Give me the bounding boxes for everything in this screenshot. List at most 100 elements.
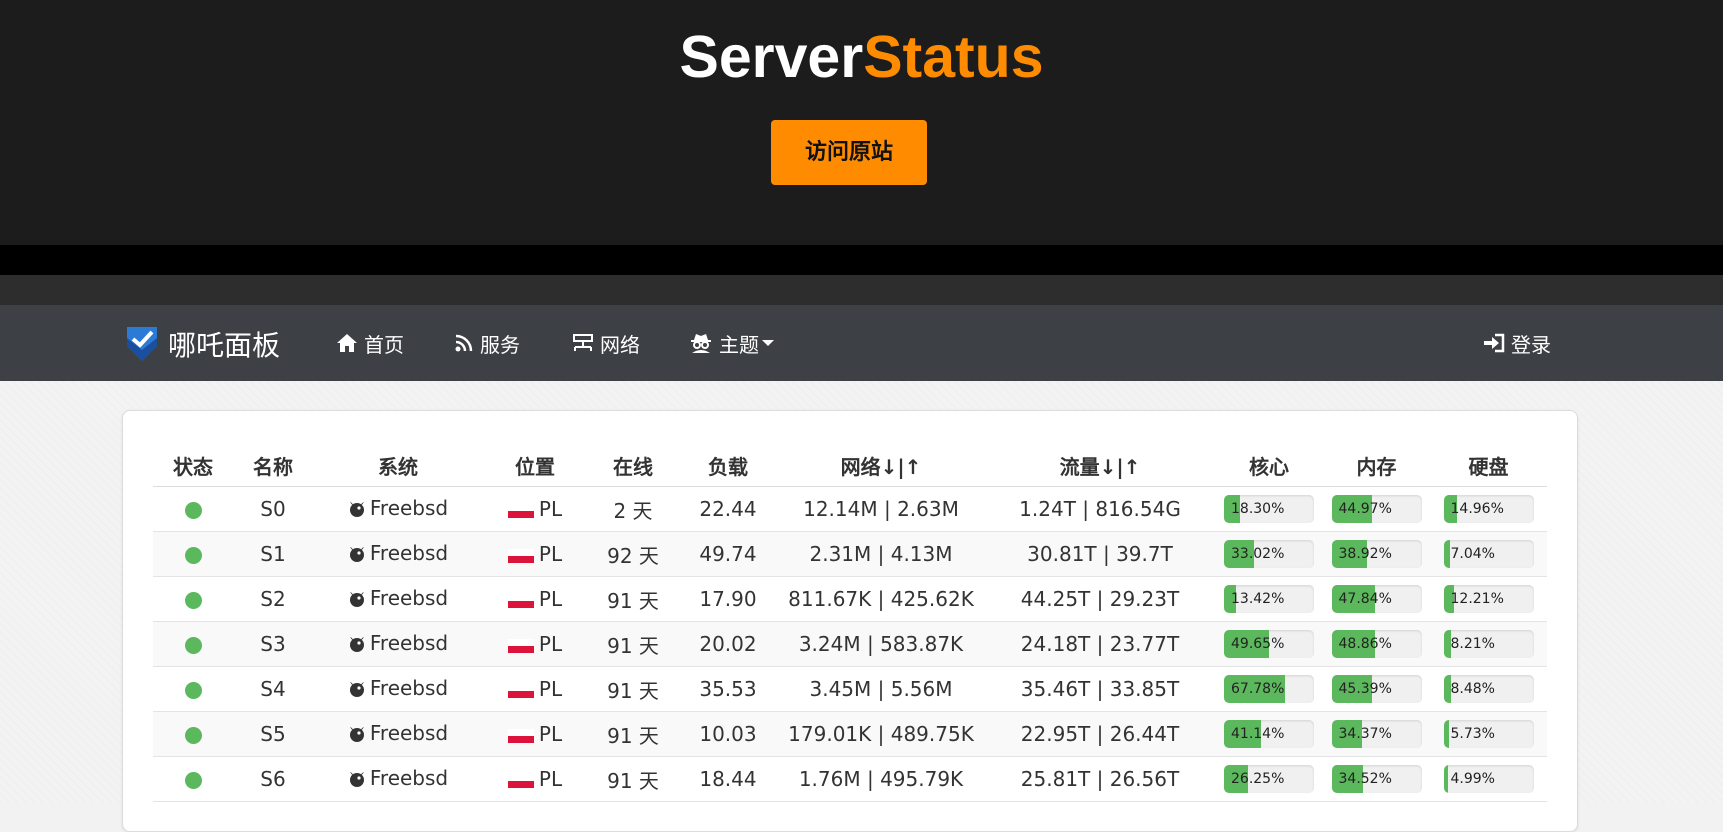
nav-item-home[interactable]: 首页 bbox=[336, 305, 404, 381]
table-row[interactable]: S3 Freebsd PL 91 天 20.02 3.24M | 583.87K 24.18… bbox=[153, 621, 1547, 667]
cpu-cell: 49.65% bbox=[1215, 621, 1323, 667]
brand-name: 哪吒面板 bbox=[168, 329, 281, 362]
cpu-progress-bar: 26.25% bbox=[1224, 765, 1314, 793]
table-row[interactable]: S4 Freebsd PL 91 天 35.53 3.45M | 5.56M 35.46T … bbox=[153, 666, 1547, 712]
sign-in-icon bbox=[1483, 333, 1511, 353]
disk-progress-fill bbox=[1443, 540, 1450, 568]
poland-flag-icon bbox=[507, 774, 534, 788]
freebsd-icon bbox=[348, 724, 366, 748]
status-cell bbox=[153, 666, 233, 712]
status-online-dot bbox=[184, 682, 202, 699]
mem-cell: 45.39% bbox=[1323, 666, 1430, 712]
mem-percent: 44.97% bbox=[1338, 501, 1392, 517]
column-header-status[interactable]: 状态 bbox=[153, 444, 233, 487]
logo-title-status: Status bbox=[863, 24, 1044, 90]
location-cell: PL bbox=[483, 486, 587, 532]
network-cell: 2.31M | 4.13M bbox=[777, 531, 985, 577]
mem-cell: 44.97% bbox=[1323, 486, 1430, 532]
mem-cell: 38.92% bbox=[1323, 531, 1430, 577]
name-cell: S3 bbox=[233, 621, 313, 667]
brand[interactable]: 哪吒面板 bbox=[126, 324, 280, 364]
location-cell: PL bbox=[483, 756, 587, 802]
status-online-dot bbox=[184, 727, 202, 744]
load-cell: 18.44 bbox=[679, 756, 777, 802]
name-cell: S5 bbox=[233, 711, 313, 757]
network-cell: 811.67K | 425.62K bbox=[777, 576, 985, 622]
table-row[interactable]: S5 Freebsd PL 91 天 10.03 179.01K | 489.75K 22.… bbox=[153, 711, 1547, 757]
poland-flag-icon bbox=[507, 504, 534, 518]
mem-percent: 38.92% bbox=[1338, 546, 1392, 562]
location-code: PL bbox=[538, 497, 563, 521]
poland-flag-icon bbox=[507, 594, 534, 608]
name-cell: S6 bbox=[233, 756, 313, 802]
os-name: Freebsd bbox=[369, 720, 449, 745]
cpu-cell: 26.25% bbox=[1215, 756, 1323, 802]
os-name: Freebsd bbox=[369, 540, 449, 565]
mem-progress-bar: 45.39% bbox=[1331, 675, 1422, 703]
column-header-load[interactable]: 负载 bbox=[679, 444, 777, 487]
logo-title-server: Server bbox=[679, 24, 864, 90]
traffic-cell: 44.25T | 29.23T bbox=[985, 576, 1215, 622]
table-header-row: 状态 名称 系统 位置 在线 负载 网络↓|↑ 流量↓|↑ 核心 内存 硬盘 bbox=[153, 444, 1547, 487]
traffic-cell: 30.81T | 39.7T bbox=[985, 531, 1215, 577]
mem-percent: 48.86% bbox=[1338, 636, 1392, 652]
column-header-disk[interactable]: 硬盘 bbox=[1430, 444, 1547, 487]
table-row[interactable]: S0 Freebsd PL 2 天 22.44 12.14M | 2.63M 1.24T |… bbox=[153, 486, 1547, 532]
embed-top-band bbox=[0, 275, 1723, 305]
nav-item-network[interactable]: 网络 bbox=[572, 305, 640, 381]
cpu-cell: 18.30% bbox=[1215, 486, 1323, 532]
disk-cell: 8.21% bbox=[1430, 621, 1547, 667]
traffic-cell: 25.81T | 26.56T bbox=[985, 756, 1215, 802]
load-cell: 49.74 bbox=[679, 531, 777, 577]
rss-icon bbox=[454, 333, 480, 353]
table-row[interactable]: S1 Freebsd PL 92 天 49.74 2.31M | 4.13M 30.81T … bbox=[153, 531, 1547, 577]
divider-band bbox=[0, 245, 1723, 275]
login-label: 登录 bbox=[1511, 332, 1551, 357]
table-row[interactable]: S2 Freebsd PL 91 天 17.90 811.67K | 425.62K 44.… bbox=[153, 576, 1547, 622]
disk-percent: 5.73% bbox=[1450, 726, 1495, 742]
column-header-uptime[interactable]: 在线 bbox=[587, 444, 679, 487]
os-name: Freebsd bbox=[369, 675, 449, 700]
table-row[interactable]: S6 Freebsd PL 91 天 18.44 1.76M | 495.79K 25.81… bbox=[153, 756, 1547, 802]
nav-item-services[interactable]: 服务 bbox=[454, 305, 520, 381]
location-code: PL bbox=[538, 587, 563, 611]
os-cell: Freebsd bbox=[313, 486, 483, 532]
network-cell: 179.01K | 489.75K bbox=[777, 711, 985, 757]
navbar: 哪吒面板 首页 服务 网络 主题 登录 bbox=[0, 305, 1723, 381]
column-header-cpu[interactable]: 核心 bbox=[1215, 444, 1323, 487]
traffic-cell: 22.95T | 26.44T bbox=[985, 711, 1215, 757]
mem-cell: 47.84% bbox=[1323, 576, 1430, 622]
status-cell bbox=[153, 756, 233, 802]
mem-progress-bar: 44.97% bbox=[1331, 495, 1422, 523]
disk-cell: 12.21% bbox=[1430, 576, 1547, 622]
cpu-cell: 33.02% bbox=[1215, 531, 1323, 577]
load-cell: 10.03 bbox=[679, 711, 777, 757]
uptime-cell: 92 天 bbox=[587, 531, 679, 577]
visit-original-site-button[interactable]: 访问原站 bbox=[771, 120, 927, 185]
network-icon bbox=[572, 333, 600, 353]
poland-flag-icon bbox=[507, 549, 534, 563]
column-header-network[interactable]: 网络↓|↑ bbox=[777, 444, 985, 487]
uptime-cell: 91 天 bbox=[587, 576, 679, 622]
mem-cell: 48.86% bbox=[1323, 621, 1430, 667]
login-link[interactable]: 登录 bbox=[1483, 305, 1551, 381]
mem-percent: 47.84% bbox=[1338, 591, 1392, 607]
column-header-memory[interactable]: 内存 bbox=[1323, 444, 1430, 487]
server-table: 状态 名称 系统 位置 在线 负载 网络↓|↑ 流量↓|↑ 核心 内存 硬盘 S… bbox=[153, 444, 1547, 802]
nav-item-theme[interactable]: 主题 bbox=[689, 305, 774, 381]
os-cell: Freebsd bbox=[313, 576, 483, 622]
location-cell: PL bbox=[483, 621, 587, 667]
cpu-percent: 49.65% bbox=[1231, 636, 1285, 652]
disk-progress-bar: 8.48% bbox=[1443, 675, 1534, 703]
nav-item-network-label: 网络 bbox=[600, 332, 640, 357]
location-code: PL bbox=[538, 767, 563, 791]
freebsd-icon bbox=[348, 634, 366, 658]
column-header-traffic[interactable]: 流量↓|↑ bbox=[985, 444, 1215, 487]
cpu-percent: 13.42% bbox=[1231, 591, 1285, 607]
column-header-name[interactable]: 名称 bbox=[233, 444, 313, 487]
column-header-os[interactable]: 系统 bbox=[313, 444, 483, 487]
freebsd-icon bbox=[348, 769, 366, 793]
column-header-location[interactable]: 位置 bbox=[483, 444, 587, 487]
mem-progress-bar: 34.37% bbox=[1331, 720, 1422, 748]
disk-cell: 4.99% bbox=[1430, 756, 1547, 802]
